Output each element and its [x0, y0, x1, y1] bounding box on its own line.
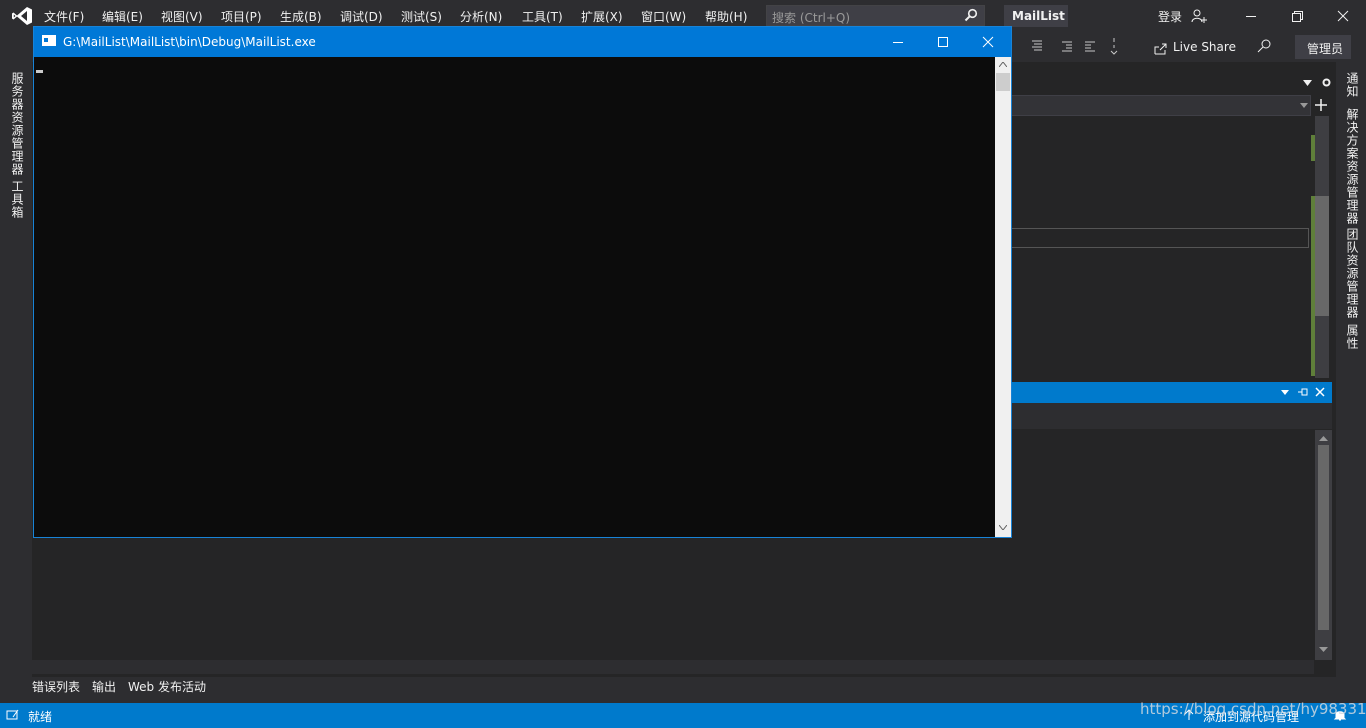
search-input[interactable]: 搜索 (Ctrl+Q) — [766, 5, 985, 26]
search-placeholder: 搜索 (Ctrl+Q) — [772, 11, 851, 25]
console-output[interactable] — [34, 57, 995, 537]
feedback-icon[interactable] — [1256, 38, 1272, 54]
user-add-icon[interactable] — [1191, 8, 1207, 24]
solution-explorer-tab[interactable]: 解决方案资源管理器 — [1344, 108, 1361, 225]
visual-studio-logo-icon[interactable] — [11, 6, 33, 26]
change-marker — [1311, 196, 1315, 376]
combo-dropdown-icon[interactable] — [1300, 103, 1308, 108]
console-close-icon[interactable] — [965, 27, 1011, 57]
error-list-tab[interactable]: 错误列表 — [32, 678, 80, 695]
minimize-icon[interactable] — [1243, 8, 1259, 24]
menu-edit[interactable]: 编辑(E) — [102, 8, 143, 25]
menu-test[interactable]: 测试(S) — [401, 8, 442, 25]
menu-build[interactable]: 生成(B) — [280, 8, 322, 25]
close-icon[interactable] — [1335, 8, 1351, 24]
team-explorer-tab[interactable]: 团队资源管理器 — [1344, 228, 1361, 319]
console-titlebar[interactable]: G:\MailList\MailList\bin\Debug\MailList.… — [34, 27, 1011, 57]
right-tool-strip: 通知 解决方案资源管理器 团队资源管理器 属性 — [1336, 62, 1366, 702]
properties-tab[interactable]: 属性 — [1344, 324, 1361, 350]
console-app-icon[interactable] — [42, 35, 56, 46]
admin-badge[interactable]: 管理员 — [1295, 35, 1351, 59]
solution-name: MailList — [1004, 5, 1068, 27]
solution-name-text: MailList — [1012, 9, 1065, 23]
web-publish-tab[interactable]: Web 发布活动 — [128, 678, 206, 695]
menu-tools[interactable]: 工具(T) — [522, 8, 563, 25]
toolbar-indent-icon[interactable] — [1059, 38, 1075, 54]
menu-help[interactable]: 帮助(H) — [705, 8, 747, 25]
console-scrollbar-thumb[interactable] — [996, 73, 1010, 91]
horizontal-scrollbar[interactable] — [32, 660, 1314, 674]
output-scrollbar-thumb[interactable] — [1318, 445, 1329, 630]
left-tool-strip: 服务器资源管理器 工具箱 — [0, 62, 32, 702]
live-share-button[interactable]: Live Share — [1173, 40, 1236, 54]
console-maximize-icon[interactable] — [920, 27, 966, 57]
console-scroll-up-icon[interactable] — [999, 62, 1007, 67]
panel-scrollbar-thumb[interactable] — [1315, 196, 1329, 316]
search-icon[interactable] — [964, 8, 978, 22]
notifications-tab[interactable]: 通知 — [1344, 72, 1361, 98]
admin-label: 管理员 — [1307, 42, 1344, 56]
menu-analyze[interactable]: 分析(N) — [460, 8, 502, 25]
restore-icon[interactable] — [1289, 8, 1305, 24]
output-tab[interactable]: 输出 — [92, 678, 116, 695]
split-plus-icon[interactable] — [1314, 98, 1328, 112]
panel-field — [1008, 228, 1309, 248]
scroll-up-icon[interactable] — [1319, 436, 1328, 441]
console-minimize-icon[interactable] — [875, 27, 921, 57]
toolbox-tab[interactable]: 工具箱 — [9, 180, 26, 219]
scroll-down-icon[interactable] — [1319, 647, 1328, 652]
console-title: G:\MailList\MailList\bin\Debug\MailList.… — [63, 35, 316, 49]
menu-view[interactable]: 视图(V) — [161, 8, 203, 25]
tool-window-close-icon[interactable] — [1315, 387, 1325, 397]
change-marker — [1311, 135, 1315, 161]
status-ready: 就绪 — [28, 710, 53, 724]
toolbar-align-icon[interactable] — [1029, 38, 1045, 54]
console-cursor — [36, 70, 43, 73]
console-scroll-down-icon[interactable] — [999, 525, 1007, 530]
console-window[interactable]: G:\MailList\MailList\bin\Debug\MailList.… — [33, 26, 1012, 538]
menu-project[interactable]: 项目(P) — [221, 8, 262, 25]
menu-extensions[interactable]: 扩展(X) — [581, 8, 623, 25]
menu-file[interactable]: 文件(F) — [44, 8, 84, 25]
toolbar-outdent-icon[interactable] — [1082, 38, 1098, 54]
toolbar-overflow-icon[interactable] — [1109, 36, 1119, 56]
gear-icon[interactable] — [1321, 77, 1332, 88]
watermark-text: https://blog.csdn.net/hy983310 — [1140, 700, 1366, 718]
pin-icon[interactable] — [1297, 387, 1309, 397]
menu-window[interactable]: 窗口(W) — [641, 8, 686, 25]
console-scrollbar[interactable] — [995, 57, 1011, 537]
status-window-icon — [6, 709, 19, 720]
server-explorer-tab[interactable]: 服务器资源管理器 — [9, 72, 26, 176]
panel-combo-box[interactable] — [1008, 95, 1311, 116]
tool-window-dropdown-icon[interactable] — [1281, 390, 1289, 395]
tool-window-toolbar — [1012, 403, 1332, 429]
live-share-icon[interactable] — [1153, 41, 1169, 55]
login-link[interactable]: 登录 — [1158, 8, 1182, 25]
menu-debug[interactable]: 调试(D) — [340, 8, 383, 25]
panel-dropdown-icon[interactable] — [1303, 80, 1312, 86]
